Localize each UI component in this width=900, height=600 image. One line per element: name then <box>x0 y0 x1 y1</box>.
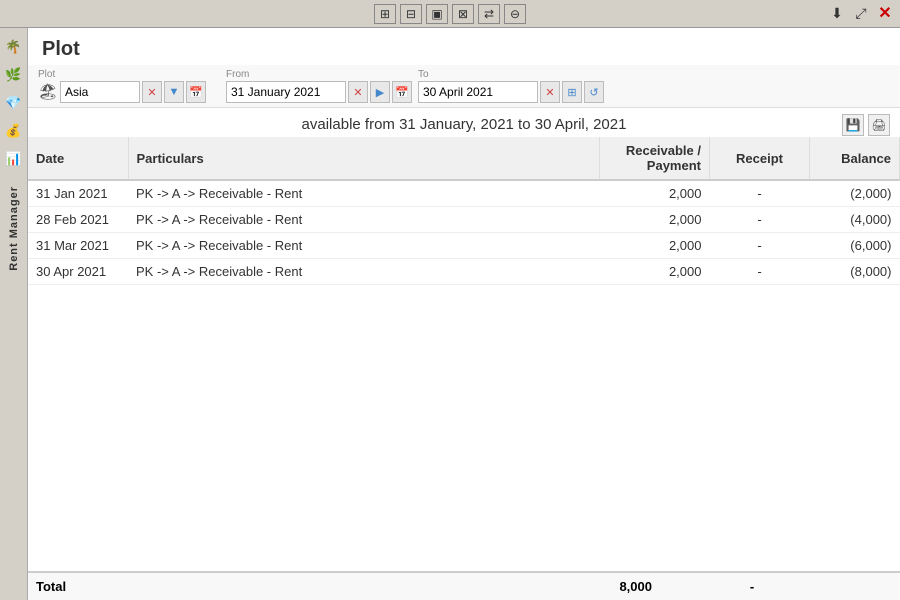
from-calendar-btn[interactable]: 📅 <box>392 81 412 103</box>
footer-label: Total <box>36 579 236 594</box>
from-clear-btn[interactable]: ✕ <box>348 81 368 103</box>
to-date-input[interactable] <box>418 81 538 103</box>
cell-date: 31 Jan 2021 <box>28 180 128 207</box>
data-table: Date Particulars Receivable /Payment Rec… <box>28 137 900 571</box>
cell-receivable: 2,000 <box>600 233 710 259</box>
to-filter-group: To ✕ ⊞ ↺ <box>418 69 604 103</box>
cell-particulars: PK -> A -> Receivable - Rent <box>128 233 600 259</box>
cell-receivable: 2,000 <box>600 259 710 285</box>
from-nav-btn[interactable]: ▶ <box>370 81 390 103</box>
range-header: available from 31 January, 2021 to 30 Ap… <box>28 108 900 137</box>
cell-date: 31 Mar 2021 <box>28 233 128 259</box>
cell-receipt: - <box>710 259 810 285</box>
side-icon-3[interactable]: 💎 <box>3 92 25 114</box>
from-filter-row: ✕ ▶ 📅 <box>226 81 412 103</box>
footer-receivable-total: 8,000 <box>236 579 692 594</box>
to-copy-btn[interactable]: ⊞ <box>562 81 582 103</box>
table-row: 31 Mar 2021 PK -> A -> Receivable - Rent… <box>28 233 900 259</box>
side-panel-label: Rent Manager <box>8 186 20 271</box>
col-header-receipt: Receipt <box>710 137 810 180</box>
download-icon[interactable]: ⬇ <box>826 2 848 24</box>
table-row: 31 Jan 2021 PK -> A -> Receivable - Rent… <box>28 180 900 207</box>
table-header-row: Date Particulars Receivable /Payment Rec… <box>28 137 900 180</box>
plot-clear-btn[interactable]: ✕ <box>142 81 162 103</box>
from-filter-group: From ✕ ▶ 📅 <box>226 69 412 103</box>
cell-receivable: 2,000 <box>600 207 710 233</box>
side-icon-2[interactable]: 🌿 <box>3 64 25 86</box>
toolbar-icon-4[interactable]: ⊠ <box>452 4 474 24</box>
plot-calendar-btn[interactable]: 📅 <box>186 81 206 103</box>
range-header-text: available from 31 January, 2021 to 30 Ap… <box>302 116 627 133</box>
filter-bar: Plot 🏖 ✕ ▼ 📅 From ✕ ▶ 📅 To ✕ <box>28 65 900 108</box>
window-controls: ⬇ ⤢ ✕ <box>826 2 896 24</box>
cell-date: 28 Feb 2021 <box>28 207 128 233</box>
plot-filter-group: Plot 🏖 ✕ ▼ 📅 <box>38 69 206 103</box>
table-row: 28 Feb 2021 PK -> A -> Receivable - Rent… <box>28 207 900 233</box>
table-row: 30 Apr 2021 PK -> A -> Receivable - Rent… <box>28 259 900 285</box>
range-save-icon[interactable]: 💾 <box>842 114 864 136</box>
table-body: 31 Jan 2021 PK -> A -> Receivable - Rent… <box>28 180 900 285</box>
range-header-icons: 💾 🖨 <box>842 114 890 136</box>
footer-bar: Total 8,000 - <box>28 571 900 600</box>
cell-receipt: - <box>710 233 810 259</box>
side-icon-1[interactable]: 🌴 <box>3 36 25 58</box>
close-icon[interactable]: ✕ <box>874 2 896 24</box>
cell-balance: (2,000) <box>810 180 900 207</box>
range-print-icon[interactable]: 🖨 <box>868 114 890 136</box>
cell-date: 30 Apr 2021 <box>28 259 128 285</box>
cell-balance: (8,000) <box>810 259 900 285</box>
page-title: Plot <box>28 28 900 65</box>
col-header-balance: Balance <box>810 137 900 180</box>
to-filter-label: To <box>418 69 604 80</box>
cell-receipt: - <box>710 207 810 233</box>
to-filter-row: ✕ ⊞ ↺ <box>418 81 604 103</box>
side-icon-5[interactable]: 📊 <box>3 148 25 170</box>
col-header-particulars: Particulars <box>128 137 600 180</box>
plot-filter-label: Plot <box>38 69 206 80</box>
col-header-receivable: Receivable /Payment <box>600 137 710 180</box>
to-clear-btn[interactable]: ✕ <box>540 81 560 103</box>
toolbar-icon-1[interactable]: ⊞ <box>374 4 396 24</box>
cell-particulars: PK -> A -> Receivable - Rent <box>128 207 600 233</box>
cell-balance: (6,000) <box>810 233 900 259</box>
top-toolbar: ⊞ ⊟ ▣ ⊠ ⇄ ⊖ <box>0 0 900 28</box>
side-panel: 🌴 🌿 💎 💰 📊 Rent Manager <box>0 28 28 600</box>
toolbar-icon-5[interactable]: ⇄ <box>478 4 500 24</box>
toolbar-icon-2[interactable]: ⊟ <box>400 4 422 24</box>
cell-balance: (4,000) <box>810 207 900 233</box>
cell-particulars: PK -> A -> Receivable - Rent <box>128 259 600 285</box>
footer-receipt-total: - <box>692 579 812 594</box>
cell-receivable: 2,000 <box>600 180 710 207</box>
plot-icon: 🏖 <box>38 81 58 103</box>
maximize-icon[interactable]: ⤢ <box>850 2 872 24</box>
main-content: Plot Plot 🏖 ✕ ▼ 📅 From ✕ ▶ 📅 To <box>28 28 900 600</box>
cell-receipt: - <box>710 180 810 207</box>
toolbar-icon-3[interactable]: ▣ <box>426 4 448 24</box>
toolbar-icon-6[interactable]: ⊖ <box>504 4 526 24</box>
cell-particulars: PK -> A -> Receivable - Rent <box>128 180 600 207</box>
to-refresh-btn[interactable]: ↺ <box>584 81 604 103</box>
side-icon-4[interactable]: 💰 <box>3 120 25 142</box>
plot-dropdown-btn[interactable]: ▼ <box>164 81 184 103</box>
from-filter-label: From <box>226 69 412 80</box>
col-header-date: Date <box>28 137 128 180</box>
plot-input[interactable] <box>60 81 140 103</box>
plot-filter-row: 🏖 ✕ ▼ 📅 <box>38 81 206 103</box>
from-date-input[interactable] <box>226 81 346 103</box>
